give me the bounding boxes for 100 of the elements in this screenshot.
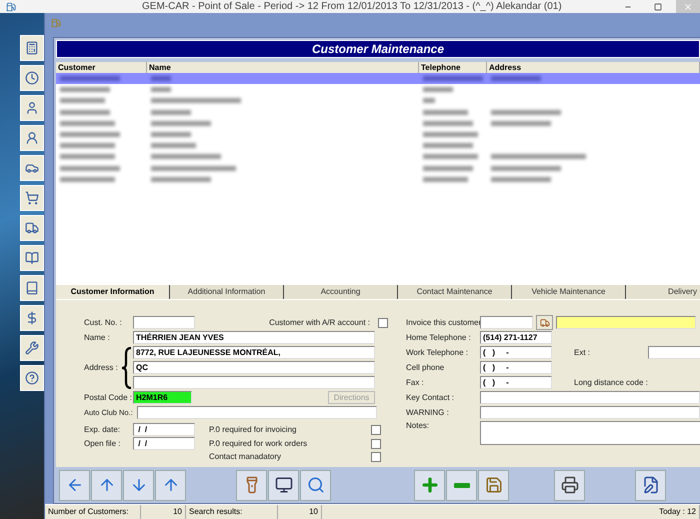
- sidebar-book-icon[interactable]: [20, 275, 44, 301]
- field-label: Work Telephone :: [406, 348, 469, 357]
- remove-button[interactable]: [446, 470, 477, 500]
- redacted-text: [423, 166, 473, 171]
- lookup-button[interactable]: [536, 315, 553, 330]
- print-button[interactable]: [554, 470, 585, 500]
- input-field[interactable]: (514) 271-1127: [480, 331, 552, 344]
- redacted-text: [151, 110, 191, 115]
- banner-title: Customer Maintenance: [56, 40, 700, 58]
- input-field[interactable]: [137, 406, 377, 419]
- brace-icon: [121, 346, 133, 388]
- input-field[interactable]: [480, 316, 533, 329]
- field-label: Exp. date:: [84, 425, 122, 434]
- redacted-text: [60, 76, 120, 82]
- app-logo-icon: [6, 2, 16, 12]
- sidebar-car-icon[interactable]: [20, 155, 44, 181]
- checkbox-label: P.0 required for work orders: [209, 439, 308, 448]
- field-label: WARNING :: [406, 408, 450, 417]
- redacted-text: [423, 154, 478, 160]
- input-field[interactable]: [133, 316, 195, 329]
- save-button[interactable]: [478, 470, 509, 500]
- input-field[interactable]: 8772, RUE LAJEUNESSE MONTRÉAL,: [133, 346, 375, 359]
- field-label: Notes:: [406, 421, 430, 430]
- sidebar-calculator-icon[interactable]: [20, 35, 44, 61]
- sidebar-help-icon[interactable]: [20, 365, 44, 391]
- checkbox[interactable]: [378, 318, 388, 328]
- field-label: Invoice this customer: [406, 318, 480, 327]
- status-label: Search results:: [186, 505, 278, 519]
- tab[interactable]: Contact Maintenance: [398, 285, 512, 299]
- maximize-icon: [654, 2, 662, 10]
- document-pen-icon: [642, 476, 660, 494]
- sidebar-book-icon[interactable]: [20, 245, 44, 271]
- window-icon: [51, 18, 61, 28]
- checkbox-label: P.0 required for invoicing: [209, 425, 298, 434]
- tab[interactable]: Vehicle Maintenance: [512, 285, 626, 299]
- input-field[interactable]: [480, 406, 700, 419]
- redacted-text: [60, 120, 115, 126]
- customer-name-field[interactable]: [556, 316, 696, 329]
- edit-document-button[interactable]: [635, 470, 666, 500]
- sidebar-dollar-icon[interactable]: [20, 305, 44, 331]
- monitor-button[interactable]: [268, 470, 299, 500]
- redacted-text: [423, 98, 435, 104]
- checkbox[interactable]: [371, 452, 381, 462]
- sidebar-clock-icon[interactable]: [20, 65, 44, 91]
- redacted-text: [60, 154, 115, 160]
- next-record-button[interactable]: [123, 470, 154, 500]
- previous-record-button[interactable]: [155, 470, 186, 500]
- status-label: Number of Customers:: [45, 505, 141, 519]
- calculator-icon: [25, 41, 39, 55]
- notes-field[interactable]: [480, 421, 700, 445]
- search-button[interactable]: [300, 470, 331, 500]
- person-icon: [25, 101, 39, 115]
- checkbox[interactable]: [371, 438, 381, 448]
- input-field[interactable]: / /: [133, 437, 195, 450]
- clock-icon: [25, 71, 39, 85]
- redacted-text: [423, 176, 468, 182]
- plus-icon: [420, 475, 440, 495]
- tab[interactable]: Delivery: [626, 285, 700, 299]
- add-button[interactable]: [414, 470, 445, 500]
- first-record-button[interactable]: [59, 470, 90, 500]
- input-field[interactable]: [648, 346, 700, 359]
- list-row[interactable]: [56, 73, 700, 84]
- minus-icon: [454, 482, 470, 488]
- tab[interactable]: Accounting: [284, 285, 398, 299]
- redacted-text: [151, 143, 196, 148]
- redacted-text: [60, 176, 115, 182]
- sidebar-cart-icon[interactable]: [20, 185, 44, 211]
- previous-page-button[interactable]: [91, 470, 122, 500]
- tab[interactable]: Additional Information: [170, 285, 284, 299]
- redacted-text: [151, 76, 171, 82]
- checkbox[interactable]: [371, 424, 381, 434]
- redacted-text: [423, 87, 453, 92]
- field-label: Name :: [84, 333, 111, 342]
- redacted-text: [491, 166, 561, 171]
- input-field[interactable]: ( ) -: [480, 361, 552, 374]
- truck-icon: [540, 318, 550, 328]
- input-field[interactable]: ( ) -: [480, 346, 552, 359]
- input-field[interactable]: H2M1R6: [133, 391, 192, 404]
- search-icon: [306, 476, 324, 494]
- wrench-icon: [25, 341, 39, 355]
- redacted-text: [491, 176, 551, 182]
- checkbox-label: Contact manadatory: [209, 452, 282, 461]
- input-field[interactable]: ( ) -: [480, 376, 552, 389]
- input-field[interactable]: / /: [133, 423, 195, 436]
- input-field[interactable]: QC: [133, 361, 375, 374]
- input-field[interactable]: [133, 376, 375, 389]
- flashlight-button[interactable]: [236, 470, 267, 500]
- monitor-icon: [274, 476, 292, 494]
- redacted-text: [151, 154, 221, 160]
- redacted-text: [491, 120, 551, 126]
- redacted-text: [423, 110, 468, 115]
- input-field[interactable]: THÉRRIEN JEAN YVES: [133, 331, 375, 344]
- sidebar-truck-icon[interactable]: [20, 215, 44, 241]
- status-date: Today : 12: [322, 505, 700, 519]
- field-label: Open file :: [84, 439, 122, 448]
- sidebar-person-icon[interactable]: [20, 125, 44, 151]
- sidebar-person-icon[interactable]: [20, 95, 44, 121]
- input-field[interactable]: [480, 391, 700, 404]
- redacted-text: [151, 120, 211, 126]
- sidebar-wrench-icon[interactable]: [20, 335, 44, 361]
